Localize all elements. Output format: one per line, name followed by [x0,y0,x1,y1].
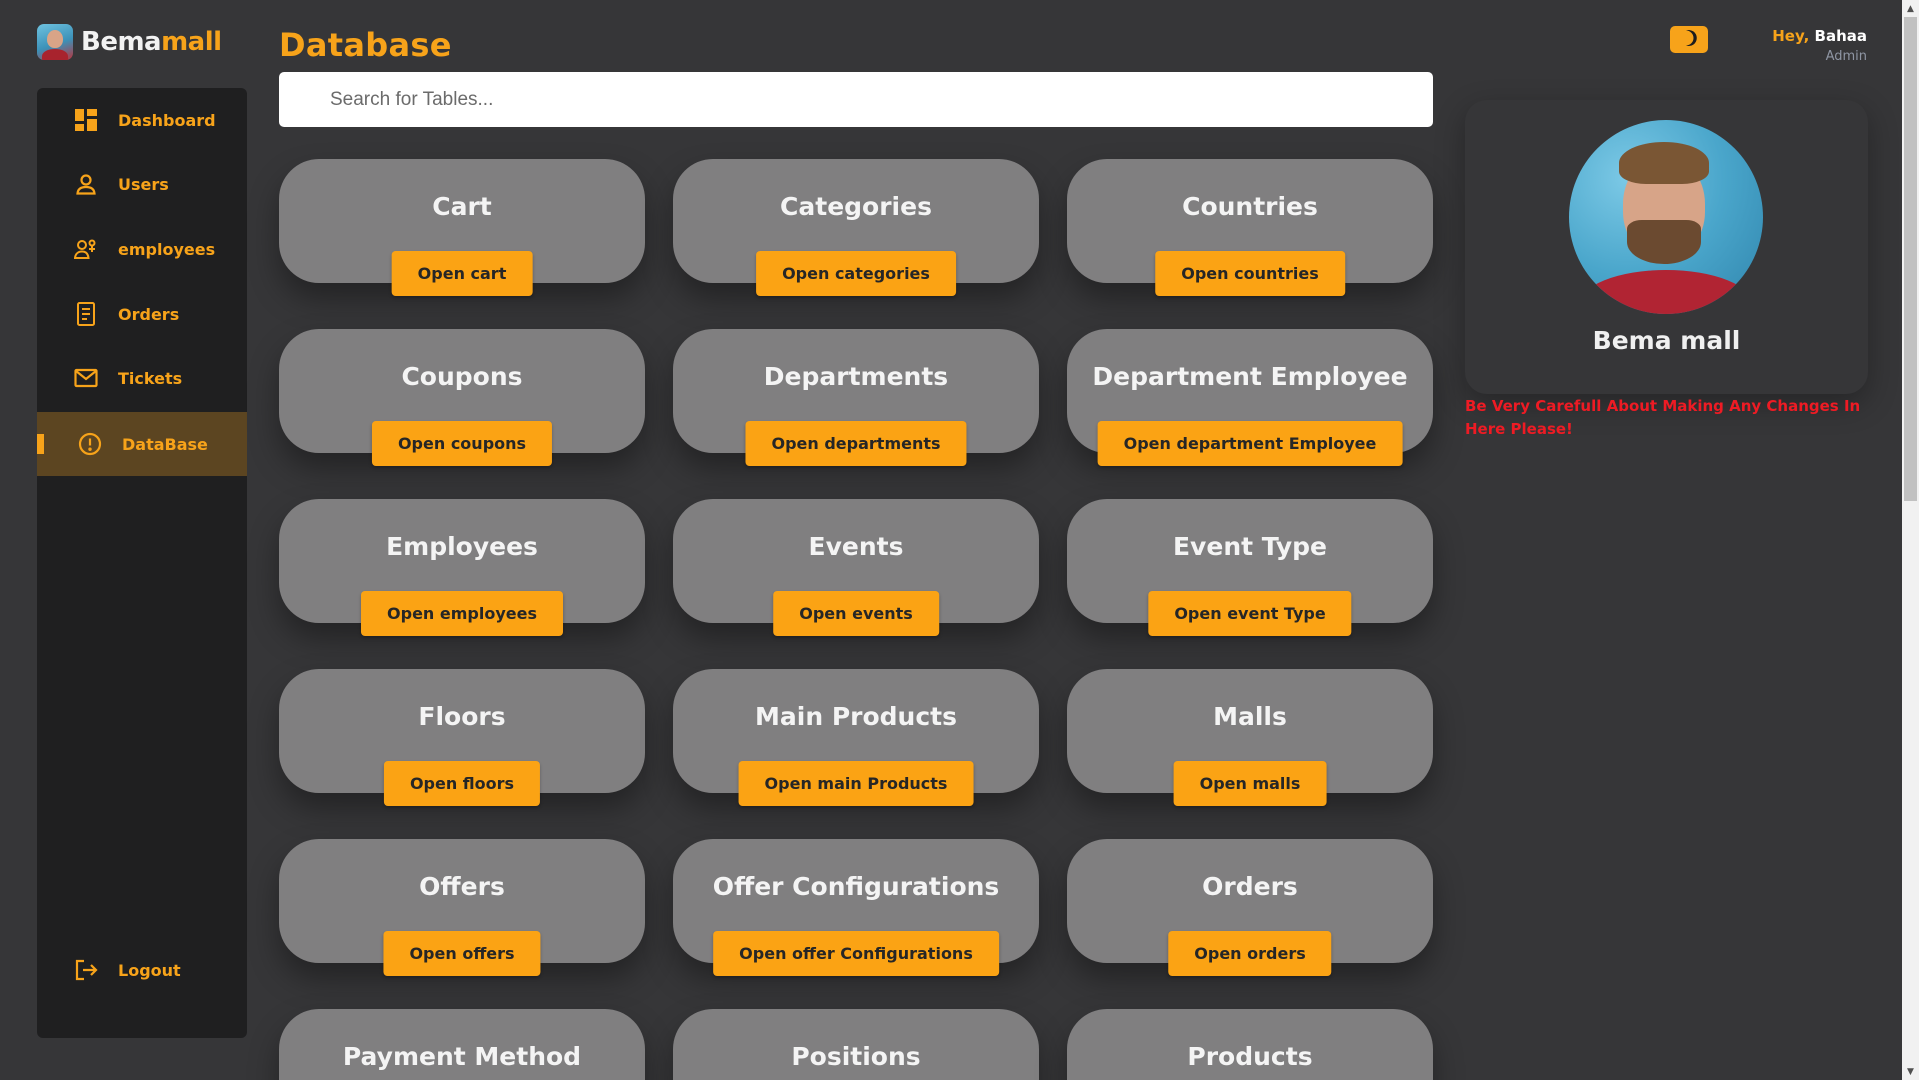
page-title: Database [279,26,452,64]
table-card-title: Department Employee [1092,362,1408,391]
sidebar-item-dashboard[interactable]: Dashboard [37,88,247,152]
logout-label: Logout [118,960,181,980]
table-card-title: Coupons [401,362,523,391]
open-table-button[interactable]: Open coupons [371,421,553,466]
table-card-title: Event Type [1172,532,1328,561]
table-card: Main Products Open main Products [673,669,1039,806]
table-card-title: Positions [791,1042,921,1071]
receipt-icon [74,302,98,326]
employees-icon [74,237,98,261]
table-card: Malls Open malls [1067,669,1433,806]
sidebar-item-label: Tickets [118,368,183,388]
table-card-title: Categories [780,192,932,221]
mail-icon [74,366,98,390]
avatar [1569,120,1763,314]
table-card-title: Offer Configurations [712,872,1000,901]
open-table-button[interactable]: Open department Employee [1097,421,1403,466]
sidebar-item-label: Users [118,174,169,194]
table-card: Events Open events [673,499,1039,636]
page-scrollbar[interactable]: ▲ ▼ [1902,0,1919,1080]
open-table-button[interactable]: Open offer Configurations [713,931,999,976]
open-table-button[interactable]: Open employees [361,591,563,636]
dashboard-icon [74,108,98,132]
theme-toggle-button[interactable] [1670,26,1708,53]
table-card: Payment Method [279,1009,645,1080]
open-table-button[interactable]: Open floors [383,761,541,806]
logout-icon [74,958,98,982]
table-card: Offers Open offers [279,839,645,976]
open-table-button[interactable]: Open events [773,591,939,636]
table-card: Employees Open employees [279,499,645,636]
open-table-button[interactable]: Open event Type [1148,591,1352,636]
sidebar-item-tickets[interactable]: Tickets [37,346,247,410]
open-table-button[interactable]: Open categories [756,251,956,296]
sidebar-item-database[interactable]: DataBase [37,412,247,476]
brand-avatar-icon [37,24,73,60]
sidebar-item-label: DataBase [122,434,208,454]
sidebar: Dashboard Users employees Orders Tickets… [37,88,247,1038]
open-table-button[interactable]: Open countries [1155,251,1345,296]
table-card-title: Products [1187,1042,1313,1071]
user-name: Bahaa [1814,27,1867,45]
table-card: Positions [673,1009,1039,1080]
search-input[interactable] [279,72,1433,127]
table-card-title: Floors [418,702,506,731]
table-card-title: Malls [1213,702,1287,731]
tables-grid: Cart Open cart Categories Open categorie… [279,159,1433,1080]
table-card-title: Employees [386,532,538,561]
table-card: Event Type Open event Type [1067,499,1433,636]
table-card: Offer Configurations Open offer Configur… [673,839,1039,976]
table-card-title: Countries [1182,192,1318,221]
sidebar-item-label: Dashboard [118,110,216,130]
brand-logo[interactable]: Bemamall [37,24,222,60]
greeting-prefix: Hey, [1772,27,1815,45]
scrollbar-thumb[interactable] [1904,17,1917,501]
table-card-title: Orders [1202,872,1298,901]
scroll-down-arrow-icon[interactable]: ▼ [1902,1063,1919,1080]
table-card: Coupons Open coupons [279,329,645,466]
brand-name: Bemamall [81,27,222,57]
table-card-title: Cart [432,192,492,221]
open-table-button[interactable]: Open malls [1173,761,1327,806]
table-card-title: Payment Method [342,1042,582,1071]
scroll-up-arrow-icon[interactable]: ▲ [1902,0,1919,17]
brand-name-part1: Bema [81,27,162,57]
sidebar-item-orders[interactable]: Orders [37,282,247,346]
user-role: Admin [1825,49,1867,64]
table-card: Departments Open departments [673,329,1039,466]
table-card-title: Offers [419,872,505,901]
moon-icon [1680,29,1698,51]
profile-card: Bema mall [1465,100,1868,394]
user-icon [74,172,98,196]
table-card-title: Events [808,532,904,561]
open-table-button[interactable]: Open cart [391,251,533,296]
open-table-button[interactable]: Open main Products [738,761,974,806]
sidebar-item-users[interactable]: Users [37,152,247,216]
table-card: Products [1067,1009,1433,1080]
table-card: Floors Open floors [279,669,645,806]
logout-button[interactable]: Logout [37,938,247,1002]
table-card: Orders Open orders [1067,839,1433,976]
user-greeting: Hey, Bahaa Admin [1772,27,1867,64]
table-card: Countries Open countries [1067,159,1433,296]
warning-message: Be Very Carefull About Making Any Change… [1465,397,1861,438]
table-card-title: Departments [763,362,949,391]
table-card-title: Main Products [755,702,957,731]
open-table-button[interactable]: Open departments [745,421,967,466]
table-card: Cart Open cart [279,159,645,296]
sidebar-item-label: Orders [118,304,180,324]
open-table-button[interactable]: Open orders [1168,931,1332,976]
profile-name: Bema mall [1592,326,1741,355]
sidebar-item-label: employees [118,239,216,259]
sidebar-item-employees[interactable]: employees [37,217,247,281]
brand-name-part2: mall [161,27,222,57]
greeting-text: Hey, Bahaa [1772,27,1867,45]
open-table-button[interactable]: Open offers [383,931,541,976]
table-card: Categories Open categories [673,159,1039,296]
table-card: Department Employee Open department Empl… [1067,329,1433,466]
alert-circle-icon [78,432,102,456]
